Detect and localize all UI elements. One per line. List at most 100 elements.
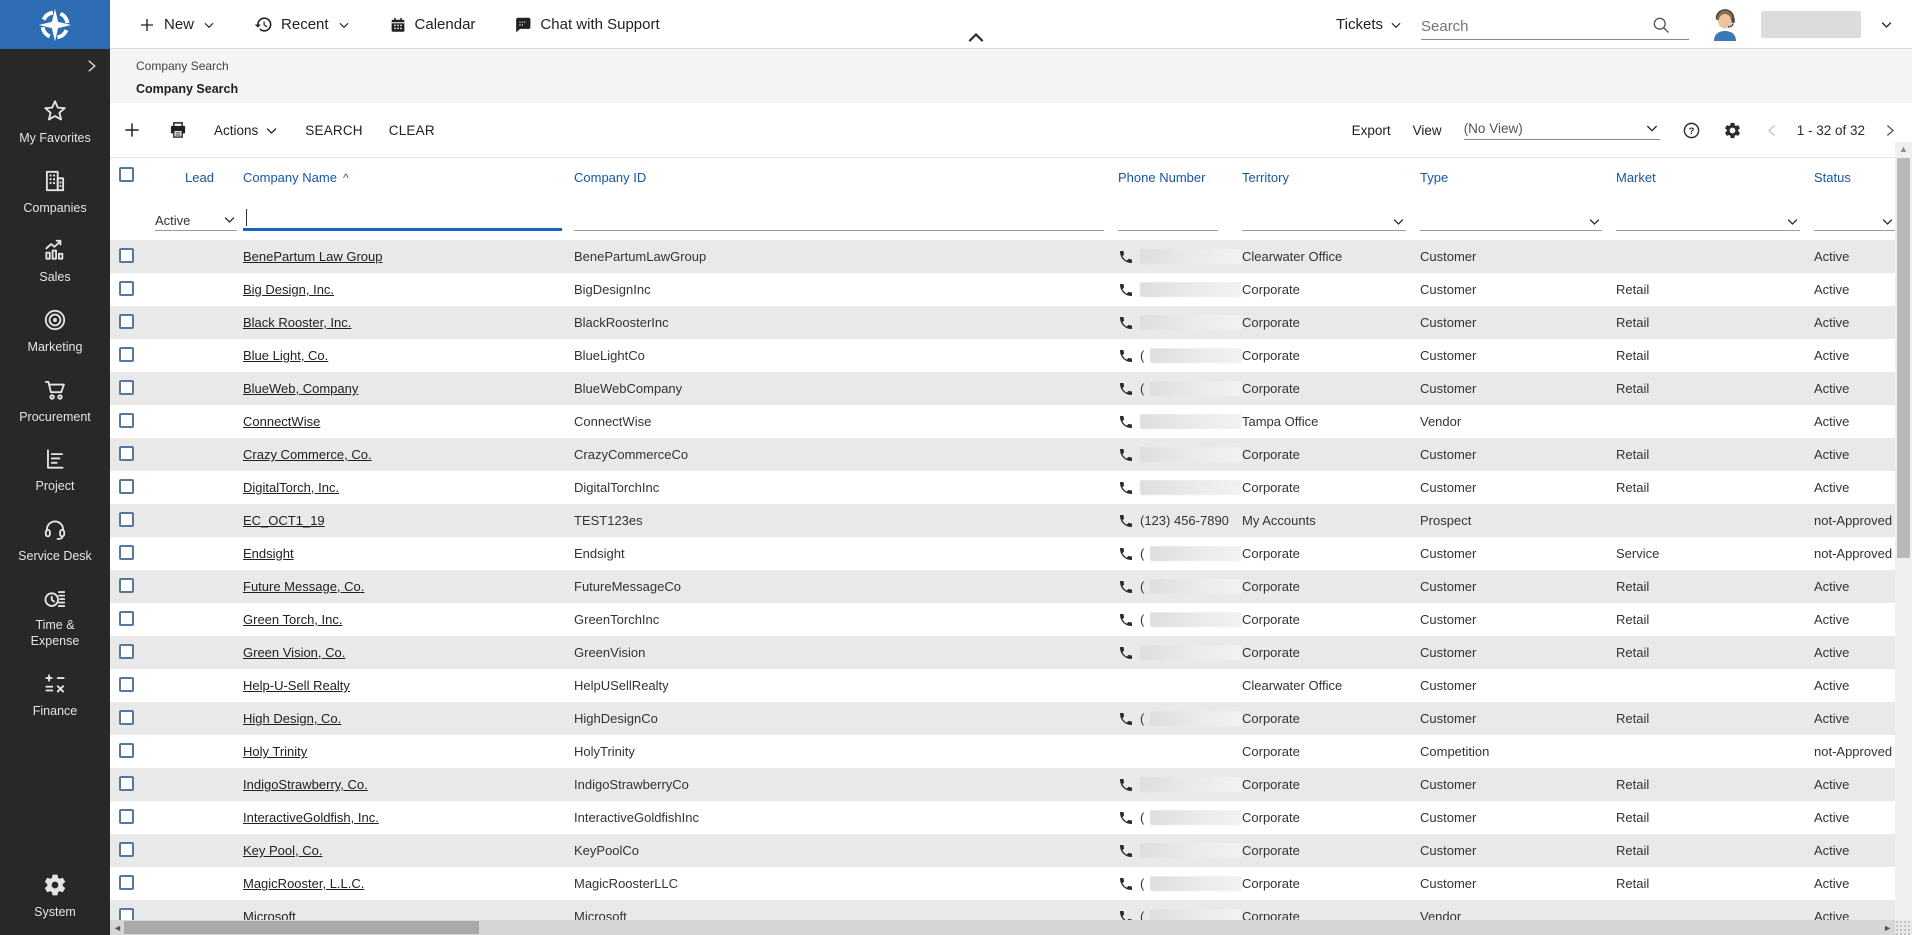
- add-company-button[interactable]: [122, 120, 142, 140]
- territory-filter-select[interactable]: [1242, 209, 1406, 231]
- time-icon: [42, 585, 68, 611]
- vertical-scrollbar[interactable]: ▲ ▼: [1895, 142, 1912, 935]
- vertical-scrollbar-thumb[interactable]: [1897, 158, 1910, 558]
- phone-filter-input[interactable]: [1118, 210, 1218, 230]
- lead-filter-select[interactable]: Active: [155, 209, 237, 231]
- view-select[interactable]: (No View): [1464, 120, 1660, 140]
- column-header-territory[interactable]: Territory: [1242, 170, 1420, 185]
- company-name-link[interactable]: ConnectWise: [243, 414, 320, 429]
- row-checkbox[interactable]: [119, 347, 134, 362]
- company-name-link[interactable]: Green Torch, Inc.: [243, 612, 342, 627]
- export-button[interactable]: Export: [1352, 123, 1391, 138]
- column-header-lead[interactable]: Lead: [155, 170, 243, 185]
- company-id-filter-input[interactable]: [574, 210, 1104, 230]
- sidebar-item-finance[interactable]: Finance: [0, 671, 110, 720]
- sidebar-item-system[interactable]: System: [34, 872, 76, 921]
- row-checkbox[interactable]: [119, 281, 134, 296]
- company-name-link[interactable]: Green Vision, Co.: [243, 645, 345, 660]
- horizontal-scrollbar[interactable]: ◄ ►: [110, 920, 1895, 935]
- company-name-link[interactable]: IndigoStrawberry, Co.: [243, 777, 368, 792]
- next-page-chevron[interactable]: [1881, 122, 1898, 139]
- row-checkbox[interactable]: [119, 314, 134, 329]
- row-checkbox[interactable]: [119, 710, 134, 725]
- row-checkbox[interactable]: [119, 776, 134, 791]
- company-name-link[interactable]: MagicRooster, L.L.C.: [243, 876, 364, 891]
- company-name-link[interactable]: DigitalTorch, Inc.: [243, 480, 339, 495]
- row-checkbox[interactable]: [119, 413, 134, 428]
- calendar-button[interactable]: Calendar: [389, 16, 476, 34]
- type-filter-select[interactable]: [1420, 209, 1602, 231]
- company-name-link[interactable]: Black Rooster, Inc.: [243, 315, 351, 330]
- user-menu-chevron-icon[interactable]: [1879, 17, 1894, 32]
- row-checkbox[interactable]: [119, 479, 134, 494]
- scroll-up-arrow-icon[interactable]: ▲: [1895, 144, 1912, 154]
- user-avatar[interactable]: [1707, 7, 1743, 43]
- row-checkbox[interactable]: [119, 248, 134, 263]
- select-all-checkbox[interactable]: [119, 167, 134, 182]
- sidebar-item-marketing[interactable]: Marketing: [0, 307, 110, 356]
- sidebar-item-sales[interactable]: Sales: [0, 237, 110, 286]
- row-checkbox[interactable]: [119, 677, 134, 692]
- company-name-link[interactable]: Holy Trinity: [243, 744, 307, 759]
- sidebar-item-companies[interactable]: Companies: [0, 168, 110, 217]
- actions-dropdown[interactable]: Actions: [214, 123, 279, 138]
- scroll-right-arrow-icon[interactable]: ►: [1883, 923, 1892, 933]
- company-name-link[interactable]: Big Design, Inc.: [243, 282, 334, 297]
- connectwise-logo[interactable]: [0, 0, 110, 49]
- row-checkbox[interactable]: [119, 545, 134, 560]
- column-header-company-id[interactable]: Company ID: [574, 170, 1118, 185]
- chevron-down-icon: [1389, 18, 1403, 32]
- market-filter-select[interactable]: [1616, 209, 1800, 231]
- column-header-type[interactable]: Type: [1420, 170, 1616, 185]
- search-icon[interactable]: [1651, 15, 1671, 35]
- row-checkbox[interactable]: [119, 578, 134, 593]
- row-checkbox[interactable]: [119, 842, 134, 857]
- tickets-dropdown[interactable]: Tickets: [1336, 16, 1403, 33]
- company-name-link[interactable]: BenePartum Law Group: [243, 249, 382, 264]
- company-name-link[interactable]: BlueWeb, Company: [243, 381, 358, 396]
- column-header-company-name[interactable]: Company Name^: [243, 170, 574, 185]
- status-filter-select[interactable]: [1814, 209, 1895, 231]
- column-header-status[interactable]: Status: [1814, 170, 1895, 185]
- gear-icon[interactable]: [1723, 121, 1742, 140]
- sidebar-item-project[interactable]: Project: [0, 446, 110, 495]
- company-name-filter-input[interactable]: [247, 208, 562, 228]
- row-checkbox[interactable]: [119, 380, 134, 395]
- row-checkbox[interactable]: [119, 611, 134, 626]
- row-checkbox[interactable]: [119, 512, 134, 527]
- row-checkbox[interactable]: [119, 743, 134, 758]
- new-button[interactable]: New: [138, 16, 216, 34]
- company-name-link[interactable]: Blue Light, Co.: [243, 348, 328, 363]
- column-header-phone[interactable]: Phone Number: [1118, 170, 1242, 185]
- company-name-link[interactable]: Endsight: [243, 546, 294, 561]
- sidebar-item-service-desk[interactable]: Service Desk: [0, 516, 110, 565]
- row-checkbox[interactable]: [119, 809, 134, 824]
- company-name-link[interactable]: Key Pool, Co.: [243, 843, 323, 858]
- collapse-topbar-chevron[interactable]: [966, 30, 986, 44]
- recent-button[interactable]: Recent: [254, 15, 351, 34]
- clear-button[interactable]: CLEAR: [389, 123, 435, 138]
- company-name-link[interactable]: Help-U-Sell Realty: [243, 678, 350, 693]
- sidebar-expand-chevron[interactable]: [82, 57, 100, 75]
- previous-page-chevron[interactable]: [1764, 122, 1781, 139]
- company-name-link[interactable]: High Design, Co.: [243, 711, 341, 726]
- company-name-link[interactable]: Crazy Commerce, Co.: [243, 447, 372, 462]
- sidebar-item-procurement[interactable]: Procurement: [0, 377, 110, 426]
- search-input[interactable]: [1421, 18, 1651, 35]
- sidebar-item-my-favorites[interactable]: My Favorites: [0, 98, 110, 147]
- horizontal-scrollbar-thumb[interactable]: [124, 921, 479, 934]
- scroll-left-arrow-icon[interactable]: ◄: [113, 923, 122, 933]
- company-name-link[interactable]: EC_OCT1_19: [243, 513, 325, 528]
- chat-support-button[interactable]: Chat with Support: [513, 15, 659, 34]
- print-button[interactable]: [168, 120, 188, 140]
- column-header-market[interactable]: Market: [1616, 170, 1814, 185]
- row-checkbox[interactable]: [119, 446, 134, 461]
- search-button[interactable]: SEARCH: [305, 123, 362, 138]
- row-checkbox[interactable]: [119, 644, 134, 659]
- row-checkbox[interactable]: [119, 875, 134, 890]
- table-row: Help-U-Sell Realty HelpUSellRealty Clear…: [110, 669, 1895, 702]
- help-icon[interactable]: ?: [1682, 121, 1701, 140]
- sidebar-item-time-expense[interactable]: Time & Expense: [0, 585, 110, 649]
- company-name-link[interactable]: InteractiveGoldfish, Inc.: [243, 810, 379, 825]
- company-name-link[interactable]: Future Message, Co.: [243, 579, 364, 594]
